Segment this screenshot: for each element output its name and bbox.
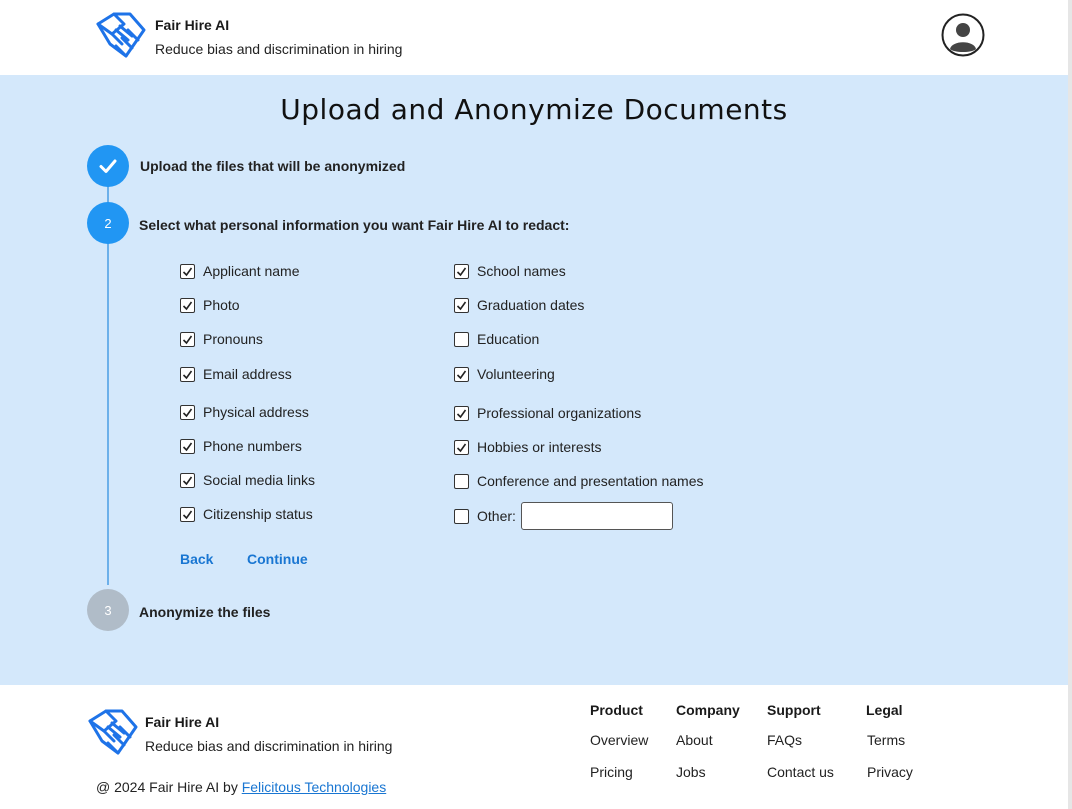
company-link[interactable]: Felicitous Technologies [242, 779, 387, 795]
stepper-line [107, 185, 109, 585]
checkbox[interactable] [454, 439, 469, 455]
option-school-names[interactable]: School names [454, 263, 566, 279]
checkbox[interactable] [454, 473, 469, 489]
checkbox[interactable] [454, 405, 469, 421]
continue-button[interactable]: Continue [247, 551, 308, 567]
option-conference-presentation-names[interactable]: Conference and presentation names [454, 473, 703, 489]
page-title: Upload and Anonymize Documents [280, 93, 788, 126]
option-education[interactable]: Education [454, 331, 539, 347]
option-label: Photo [203, 297, 240, 313]
site-header: Fair Hire AI Reduce bias and discriminat… [0, 0, 1066, 75]
footer-heading-company: Company [676, 702, 740, 718]
step-2-label: Select what personal information you wan… [139, 217, 570, 233]
copyright-text: @ 2024 Fair Hire AI by Felicitous Techno… [96, 779, 386, 795]
step-2-indicator: 2 [87, 202, 129, 244]
footer-link-pricing[interactable]: Pricing [590, 764, 633, 780]
option-label: Conference and presentation names [477, 473, 704, 489]
option-photo[interactable]: Photo [180, 297, 240, 313]
checkbox[interactable] [180, 366, 195, 382]
checkbox[interactable] [454, 331, 469, 347]
checkbox[interactable] [454, 297, 469, 313]
option-citizenship-status[interactable]: Citizenship status [180, 506, 313, 522]
footer-link-faqs[interactable]: FAQs [767, 732, 802, 748]
option-physical-address[interactable]: Physical address [180, 404, 309, 420]
option-label: Education [477, 331, 540, 347]
checkbox[interactable] [180, 297, 195, 313]
step-1-done-indicator [87, 145, 129, 187]
footer-heading-legal: Legal [866, 702, 903, 718]
brand-tagline: Reduce bias and discrimination in hiring [155, 41, 403, 57]
checkbox[interactable] [180, 472, 195, 488]
option-other[interactable]: Other: [454, 508, 516, 524]
footer-link-contact-us[interactable]: Contact us [767, 764, 834, 780]
option-hobbies-or-interests[interactable]: Hobbies or interests [454, 439, 602, 455]
option-label: Hobbies or interests [477, 439, 602, 455]
other-text-input[interactable] [521, 502, 673, 530]
option-graduation-dates[interactable]: Graduation dates [454, 297, 584, 313]
checkmark-icon [99, 159, 117, 173]
checkbox[interactable] [454, 366, 469, 382]
footer-brand-name: Fair Hire AI [145, 714, 220, 730]
option-label: Graduation dates [477, 297, 585, 313]
upload-anonymize-section: Upload and Anonymize Documents Upload th… [0, 75, 1068, 685]
copyright-prefix: @ 2024 Fair Hire AI by [96, 779, 242, 795]
option-label: Pronouns [203, 331, 263, 347]
site-footer: Fair Hire AI Reduce bias and discriminat… [0, 685, 1068, 809]
footer-link-terms[interactable]: Terms [867, 732, 905, 748]
handshake-logo-icon[interactable] [92, 10, 148, 60]
footer-heading-support: Support [767, 702, 821, 718]
step-1-label: Upload the files that will be anonymized [140, 158, 406, 174]
option-label: Citizenship status [203, 506, 313, 522]
option-label: Professional organizations [477, 405, 642, 421]
footer-link-about[interactable]: About [676, 732, 713, 748]
user-avatar-icon[interactable] [941, 13, 985, 57]
option-phone-numbers[interactable]: Phone numbers [180, 438, 302, 454]
option-label: Other: [477, 508, 516, 524]
footer-link-privacy[interactable]: Privacy [867, 764, 913, 780]
page-scrollbar[interactable] [1068, 0, 1072, 809]
option-label: School names [477, 263, 566, 279]
back-button[interactable]: Back [180, 551, 213, 567]
step-3-indicator: 3 [87, 589, 129, 631]
option-pronouns[interactable]: Pronouns [180, 331, 263, 347]
checkbox[interactable] [180, 506, 195, 522]
checkbox[interactable] [454, 263, 469, 279]
option-label: Social media links [203, 472, 316, 488]
option-label: Volunteering [477, 366, 555, 382]
option-email-address[interactable]: Email address [180, 366, 292, 382]
option-label: Applicant name [203, 263, 300, 279]
option-label: Email address [203, 366, 292, 382]
option-applicant-name[interactable]: Applicant name [180, 263, 300, 279]
footer-heading-product: Product [590, 702, 643, 718]
option-label: Physical address [203, 404, 309, 420]
option-label: Phone numbers [203, 438, 302, 454]
checkbox[interactable] [180, 263, 195, 279]
footer-brand-tagline: Reduce bias and discrimination in hiring [145, 738, 393, 754]
footer-link-overview[interactable]: Overview [590, 732, 648, 748]
option-professional-organizations[interactable]: Professional organizations [454, 405, 641, 421]
step-3-label: Anonymize the files [139, 604, 271, 620]
checkbox[interactable] [180, 404, 195, 420]
brand-name: Fair Hire AI [155, 17, 230, 33]
option-volunteering[interactable]: Volunteering [454, 366, 555, 382]
checkbox[interactable] [180, 331, 195, 347]
checkbox[interactable] [454, 508, 469, 524]
option-social-media-links[interactable]: Social media links [180, 472, 315, 488]
handshake-logo-icon[interactable] [84, 707, 140, 757]
checkbox[interactable] [180, 438, 195, 454]
footer-link-jobs[interactable]: Jobs [676, 764, 706, 780]
